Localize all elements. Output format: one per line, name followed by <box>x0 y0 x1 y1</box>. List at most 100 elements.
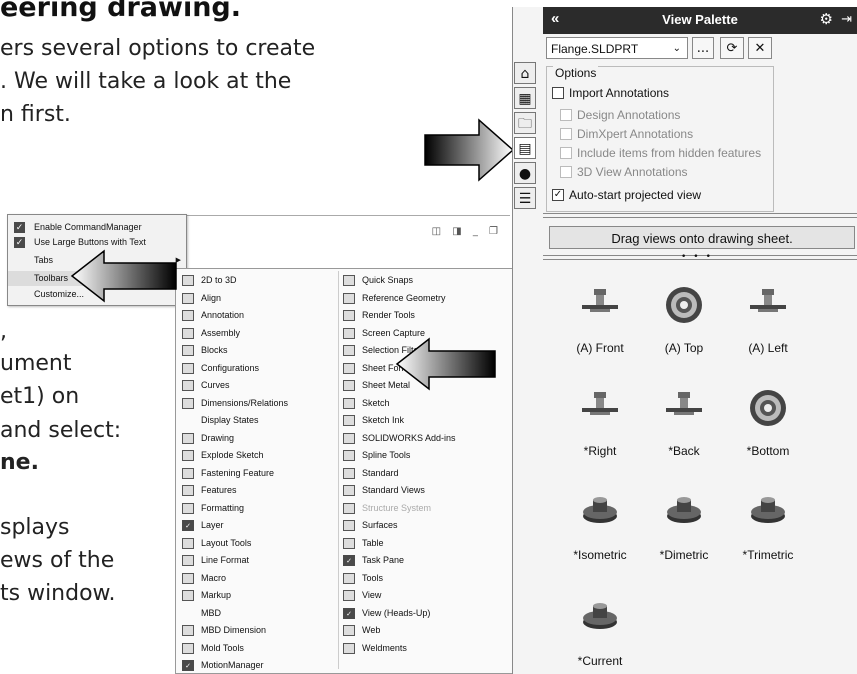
context-menu-item-label: Toolbars <box>34 273 69 283</box>
annotation-option-label: DimXpert Annotations <box>577 127 694 141</box>
refresh-icon[interactable]: ⟳ <box>720 37 744 59</box>
view-thumbnail[interactable]: *Trimetric <box>728 484 808 564</box>
toolbar-menu-item-label: Blocks <box>201 345 228 355</box>
toolbar-menu-item-label: SOLIDWORKS Add-ins <box>362 432 456 443</box>
chevron-down-icon: ⌄ <box>672 43 681 54</box>
toolbar-menu-item-label: Dimensions/Relations <box>201 397 289 408</box>
flange-top-view-icon <box>666 287 702 323</box>
view-thumbnail-label: (A) Top <box>664 341 704 355</box>
auto-start-label: Auto-start projected view <box>569 188 702 202</box>
context-menu-item[interactable]: ✓ Enable CommandManager <box>8 220 186 235</box>
toolbar-icon <box>343 275 355 286</box>
toolbar-menu-item-label: Standard Views <box>362 485 425 495</box>
toolbar-menu-item-label: Features <box>201 485 237 495</box>
file-explorer-tab-icon[interactable]: 🗀 <box>514 112 536 134</box>
toolbars-submenu: 2D to 3D Align Annotation Assembly Blocks Con… <box>175 268 513 674</box>
toolbar-icon <box>182 397 194 409</box>
splitter[interactable] <box>543 213 857 218</box>
checkmark-icon: ✓ <box>182 660 194 671</box>
view-thumbnail[interactable]: (A) Front <box>560 277 640 357</box>
toolbar-icon <box>343 590 355 601</box>
toolbar-icon <box>182 467 194 479</box>
toolbar-icon <box>343 537 355 549</box>
arrow-to-toolbars-icon <box>70 249 177 303</box>
toolbar-menu-item-label: MBD Dimension <box>201 625 267 635</box>
file-select-value: Flange.SLDPRT <box>551 42 639 56</box>
toolbar-menu-item-label: Configurations <box>201 362 260 373</box>
view-thumbnail[interactable]: *Bottom <box>728 380 808 460</box>
toolbar-icon <box>182 432 194 444</box>
window-controls[interactable]: ◫ ◨ _ ❐ <box>432 226 502 237</box>
view-thumbnail[interactable]: *Dimetric <box>644 484 724 564</box>
home-tab-icon[interactable]: ⌂ <box>514 62 536 84</box>
context-menu-item-label: Enable CommandManager <box>34 222 142 232</box>
toolbar-icon <box>343 292 355 304</box>
toolbar-icon <box>343 467 355 479</box>
toolbar-icon <box>343 432 355 444</box>
toolbar-menu-item-label: Reference Geometry <box>362 292 446 303</box>
view-thumbnail-label: *Bottom <box>746 444 790 458</box>
annotation-option-label: Design Annotations <box>577 108 681 122</box>
document-line: et1) on <box>0 384 80 409</box>
toolbar-menu-item-label: Structure System <box>362 502 432 513</box>
context-menu-item-label: Tabs <box>34 255 54 265</box>
appearances-tab-icon[interactable]: ● <box>514 162 536 184</box>
flange-side-view-icon <box>750 289 786 312</box>
toolbar-menu-item-label: Mold Tools <box>201 642 244 653</box>
toolbar-menu-item-label: 2D to 3D <box>201 275 237 285</box>
document-line: ument <box>0 351 72 376</box>
toolbar-menu-item-label: Annotation <box>201 310 245 320</box>
view-thumbnail[interactable]: *Back <box>644 380 724 460</box>
view-thumbnail[interactable]: *Isometric <box>560 484 640 564</box>
toolbar-icon <box>182 310 194 321</box>
view-palette-tab-icon[interactable]: ▤ <box>514 137 536 159</box>
flange-iso-view-icon <box>751 497 785 523</box>
checkmark-icon: ✓ <box>14 237 25 248</box>
view-thumbnail-label: (A) Front <box>576 341 624 355</box>
file-select[interactable]: Flange.SLDPRT ⌄ <box>546 37 688 59</box>
custom-properties-tab-icon[interactable]: ☰ <box>514 187 536 209</box>
flange-iso-view-icon <box>583 603 617 629</box>
toolbar-menu-item-label: Drawing <box>201 432 235 443</box>
options-legend: Options <box>553 66 599 80</box>
window-bar: ◫ ◨ _ ❐ <box>185 215 510 256</box>
view-thumbnail-label: *Dimetric <box>659 548 709 562</box>
flange-iso-view-icon <box>583 497 617 523</box>
view-thumbnail-label: *Right <box>583 444 617 458</box>
close-icon[interactable]: ✕ <box>748 37 772 59</box>
toolbar-menu-item-label: MotionManager <box>201 660 264 670</box>
document-line: . We will take a look at the <box>0 69 292 94</box>
view-thumbnail[interactable]: (A) Left <box>728 277 808 357</box>
import-annotations-label: Import Annotations <box>569 86 670 100</box>
toolbar-icon <box>343 415 355 426</box>
view-thumbnail[interactable]: (A) Top <box>644 277 724 357</box>
browse-button[interactable]: ... <box>692 37 714 59</box>
document-line: and select: <box>0 418 122 443</box>
toolbar-icon <box>343 572 355 584</box>
toolbar-icon <box>343 520 355 531</box>
view-thumbnail[interactable]: *Right <box>560 380 640 460</box>
toolbar-menu-item-label: Layout Tools <box>201 537 252 548</box>
toolbar-icon <box>182 572 194 584</box>
toolbar-icon <box>182 275 194 286</box>
toolbar-menu-item-label: Formatting <box>201 502 245 513</box>
view-thumbnail-label: (A) Left <box>748 341 788 355</box>
toolbar-icon <box>182 485 194 496</box>
toolbar-icon <box>182 362 194 374</box>
toolbar-icon <box>182 537 194 549</box>
toolbar-icon <box>343 310 355 321</box>
toolbar-icon <box>343 502 355 514</box>
document-line: n first. <box>0 102 71 127</box>
view-thumbnail-label: *Isometric <box>573 548 627 562</box>
column-divider <box>338 271 339 669</box>
document-line: splays <box>0 515 70 540</box>
view-palette-title: View Palette <box>662 12 738 27</box>
toolbar-icon <box>343 380 355 391</box>
view-thumbnail[interactable]: *Current <box>560 590 640 670</box>
annotation-option-label: Include items from hidden features <box>577 146 762 160</box>
pin-icon[interactable]: ⇥ <box>841 11 852 27</box>
design-library-tab-icon[interactable]: ▦ <box>514 87 536 109</box>
document-heading: eering drawing. <box>0 0 242 23</box>
resize-grip-icon[interactable]: ••• <box>681 252 718 262</box>
gear-icon[interactable]: ⚙ <box>820 10 833 28</box>
